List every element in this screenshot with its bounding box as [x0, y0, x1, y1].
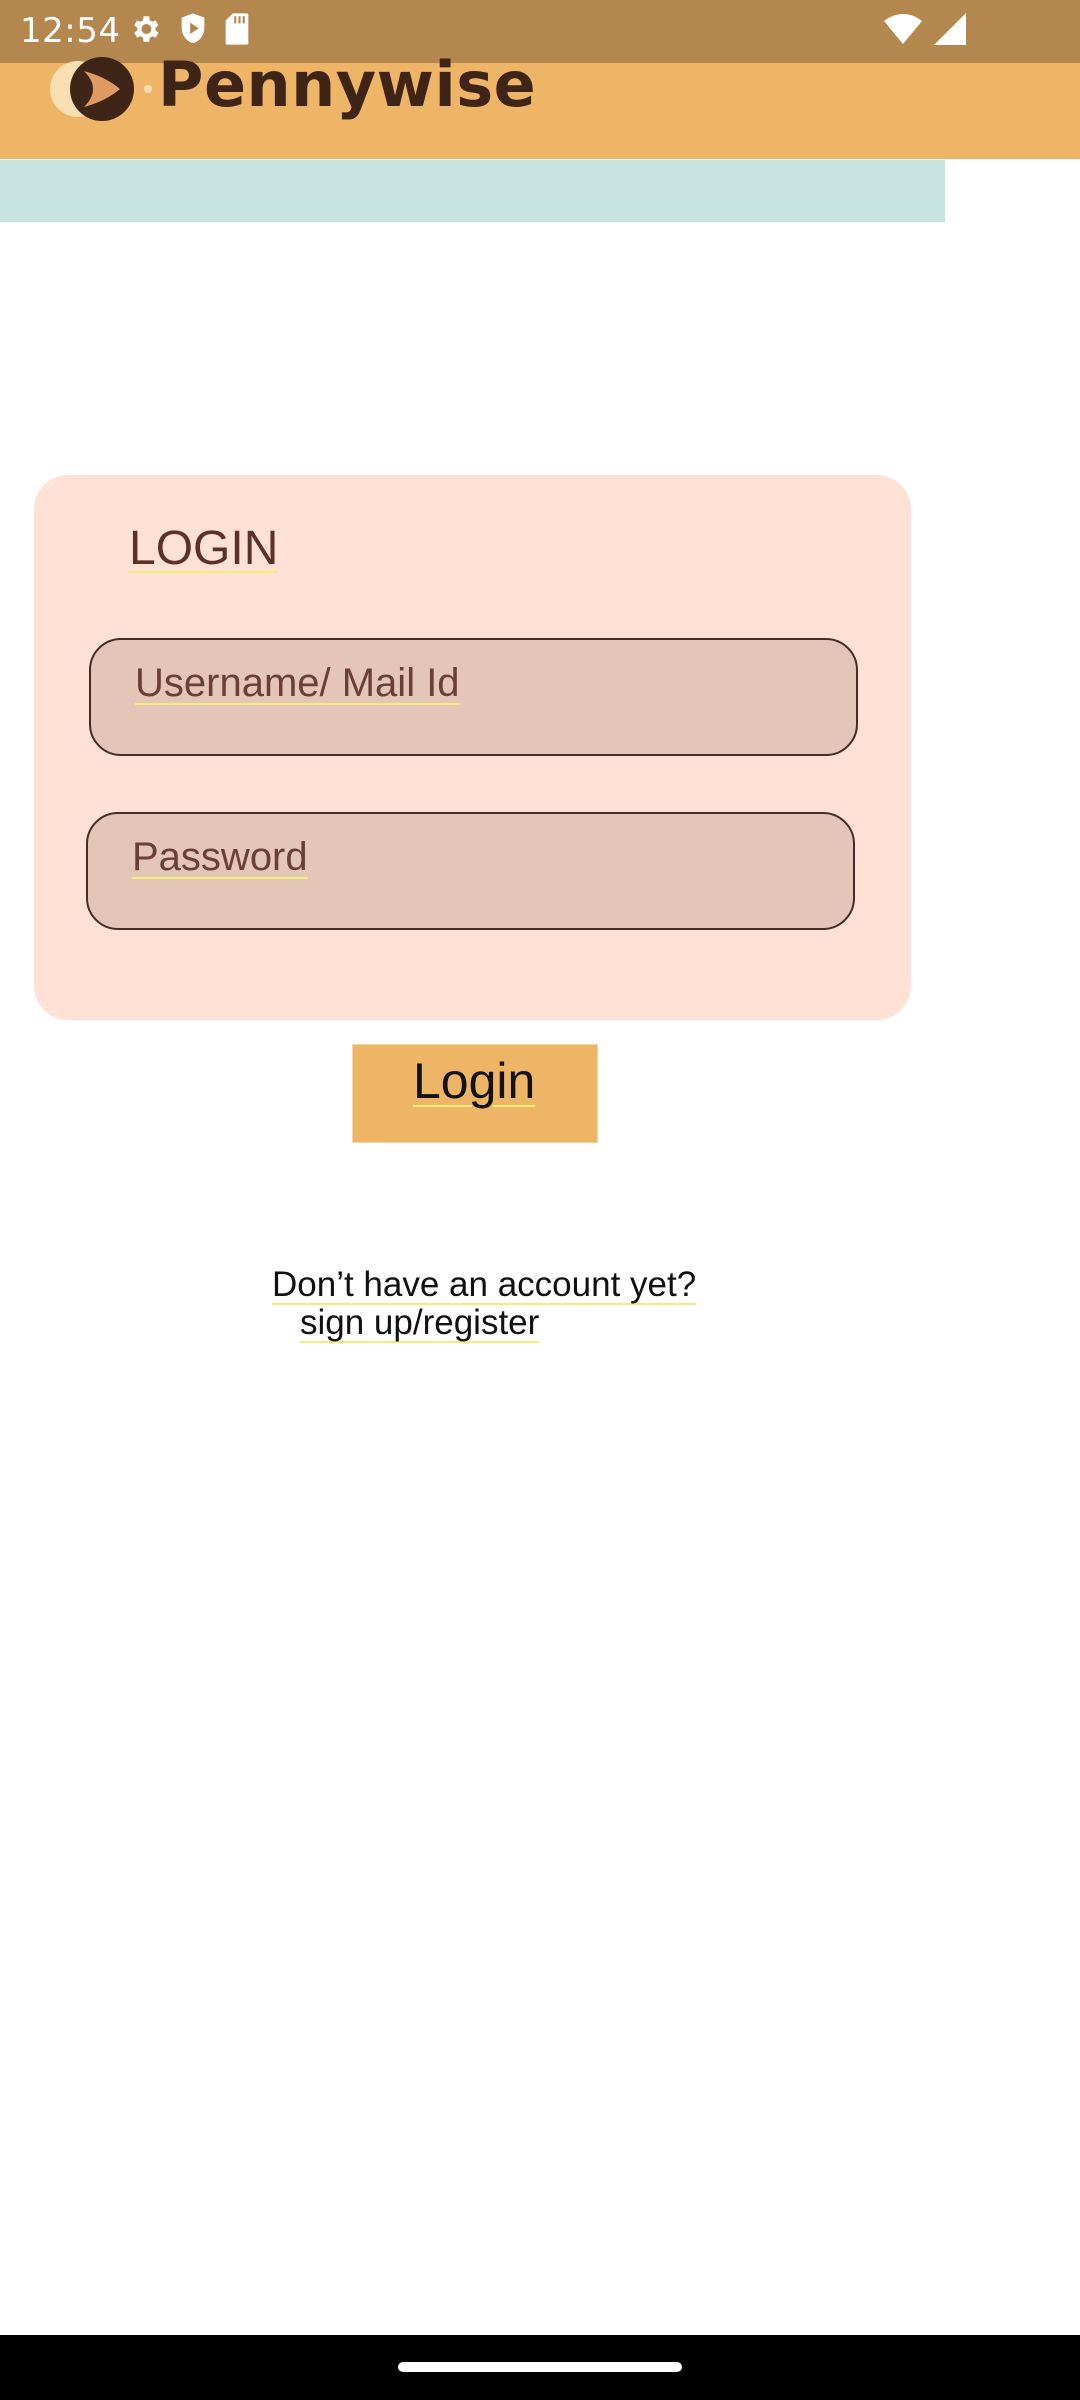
signup-block: Don’t have an account yet? sign up/regis…	[272, 1266, 696, 1342]
username-field[interactable]: Username/ Mail Id	[89, 638, 858, 756]
login-button[interactable]: Login	[352, 1044, 598, 1143]
navigation-bar	[0, 2335, 1080, 2400]
pennywise-logo-icon	[44, 49, 156, 133]
password-placeholder: Password	[132, 835, 308, 879]
password-field[interactable]: Password	[86, 812, 855, 930]
username-placeholder: Username/ Mail Id	[135, 661, 460, 705]
login-heading: LOGIN	[129, 522, 279, 575]
app-title: Pennywise	[158, 48, 537, 121]
login-button-label: Login	[413, 1053, 536, 1109]
cell-signal-icon	[934, 13, 966, 49]
signup-register-link[interactable]: sign up/register	[272, 1304, 539, 1342]
app-header: Pennywise	[0, 48, 1080, 159]
status-icons-right	[884, 13, 966, 49]
gear-icon	[128, 12, 162, 50]
home-gesture-handle[interactable]	[398, 2362, 682, 2372]
signup-prompt: Don’t have an account yet?	[272, 1265, 697, 1304]
status-time: 12:54	[20, 11, 121, 51]
wifi-icon	[884, 14, 922, 48]
login-card: LOGIN Username/ Mail Id Password	[34, 475, 911, 1020]
teal-banner	[0, 160, 945, 222]
status-icons-left	[128, 13, 250, 49]
